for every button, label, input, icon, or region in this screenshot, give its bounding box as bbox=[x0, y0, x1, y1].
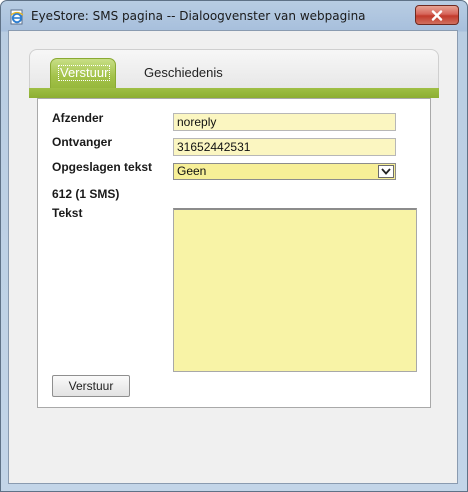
text-label: Tekst bbox=[52, 206, 83, 220]
char-count: 612 (1 SMS) bbox=[52, 187, 120, 201]
saved-text-selected-value: Geen bbox=[177, 164, 207, 178]
recipient-label: Ontvanger bbox=[52, 135, 113, 149]
sender-label: Afzender bbox=[52, 111, 104, 125]
recipient-input[interactable]: 31652442531 bbox=[173, 138, 396, 156]
saved-text-label: Opgeslagen tekst bbox=[52, 160, 153, 174]
close-button[interactable] bbox=[415, 5, 459, 25]
dropdown-arrow[interactable] bbox=[378, 165, 394, 178]
ie-page-icon bbox=[9, 9, 25, 25]
sender-input[interactable]: noreply bbox=[173, 113, 396, 131]
tab-geschiedenis[interactable]: Geschiedenis bbox=[144, 65, 223, 80]
chevron-down-icon bbox=[381, 168, 391, 175]
title-bar[interactable]: EyeStore: SMS pagina -- Dialoogvenster v… bbox=[1, 1, 467, 31]
window-title: EyeStore: SMS pagina -- Dialoogvenster v… bbox=[31, 9, 366, 23]
send-button[interactable]: Verstuur bbox=[52, 375, 130, 397]
tab-verstuur[interactable]: Verstuur bbox=[50, 58, 116, 88]
saved-text-select[interactable]: Geen bbox=[173, 163, 396, 180]
close-icon bbox=[431, 9, 443, 21]
tab-verstuur-label: Verstuur bbox=[57, 65, 111, 81]
tab-underline-bar bbox=[29, 88, 439, 98]
message-textarea[interactable] bbox=[173, 208, 417, 372]
